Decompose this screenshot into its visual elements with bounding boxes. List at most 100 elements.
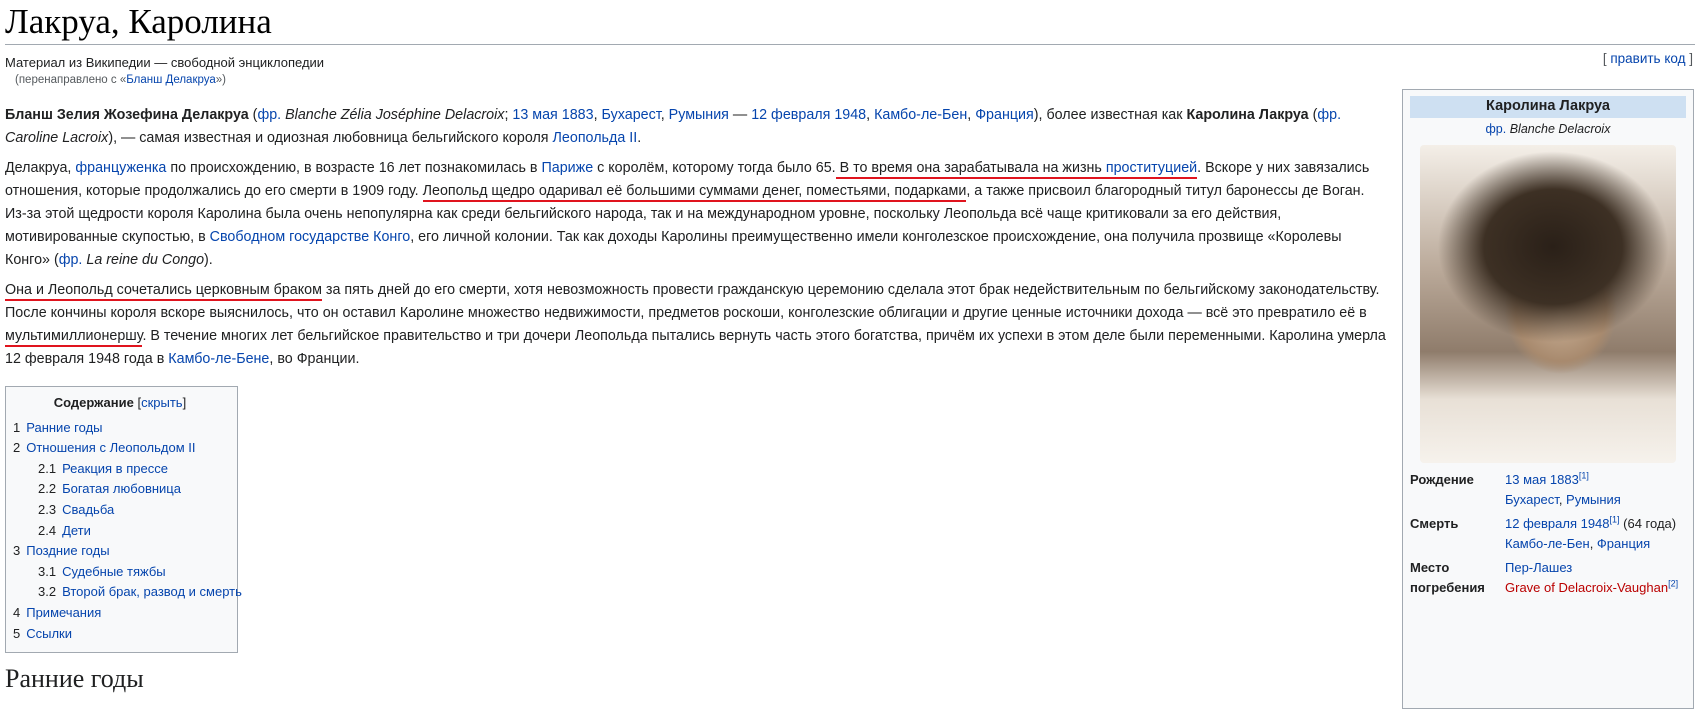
toc-link[interactable]: Судебные тяжбы <box>62 564 166 579</box>
toc-link[interactable]: Примечания <box>26 605 101 620</box>
toc-number: 5 <box>13 625 21 641</box>
row-value: 12 февраля 1948[1] (64 года) Камбо-ле-Бен… <box>1505 514 1677 551</box>
toc-link[interactable]: Дети <box>62 523 91 538</box>
toc-item[interactable]: 2.1 Реакция в прессе <box>13 459 227 480</box>
infobox-row-burial: Место погребения Пер-Лашез Grave of Delac… <box>1410 557 1686 601</box>
text: , <box>866 107 875 123</box>
portrait-photo[interactable] <box>1420 145 1676 463</box>
toc-item[interactable]: 3 Поздние годы <box>13 541 227 562</box>
text: ), более известная как <box>1033 107 1187 123</box>
original-name: Blanche Delacroix <box>1509 121 1611 136</box>
toc-link[interactable]: Свадьба <box>62 502 114 517</box>
toc-link[interactable]: Ранние годы <box>26 420 102 435</box>
toc-number: 1 <box>13 419 21 435</box>
link-french[interactable]: фр. <box>59 252 83 268</box>
toc-item[interactable]: 2.2 Богатая любовница <box>13 479 227 500</box>
redirect-notice: (перенаправлено с «Бланш Делакруа») <box>15 74 226 86</box>
toc-number: 2.2 <box>38 481 57 497</box>
redirect-link[interactable]: Бланш Делакруа <box>126 74 216 86</box>
toc-item[interactable]: 5 Ссылки <box>13 624 227 645</box>
link-bucharest[interactable]: Бухарест <box>1505 492 1559 507</box>
toc-link[interactable]: Богатая любовница <box>62 481 181 496</box>
row-value: 13 мая 1883[1] Бухарест, Румыния <box>1505 470 1621 507</box>
article-body: Бланш Зелия Жозефина Делакруа (фр. Blanc… <box>5 104 1390 694</box>
toc-title: Содержание <box>53 395 134 410</box>
toc-link[interactable]: Второй брак, развод и смерть <box>62 584 242 599</box>
toc-number: 2.4 <box>38 522 57 538</box>
text: ). <box>204 252 213 268</box>
link-romania[interactable]: Румыния <box>1566 492 1621 507</box>
link-bucharest[interactable]: Бухарест <box>602 107 661 123</box>
link-france[interactable]: Франция <box>1597 536 1650 551</box>
toc-item[interactable]: 4 Примечания <box>13 603 227 624</box>
text: , во Франции. <box>269 351 360 367</box>
underlined-annotation: В то время она зарабатывала на жизнь про… <box>835 160 1198 179</box>
toc-item[interactable]: 2 Отношения с Леопольдом II <box>13 438 227 459</box>
toc-list: 1 Ранние годы 2 Отношения с Леопольдом II 2.… <box>13 418 242 645</box>
section-heading: Ранние годы <box>5 664 144 694</box>
link-french[interactable]: фр. <box>257 107 281 123</box>
text: с королём, которому тогда было 65. <box>593 160 836 176</box>
underlined-annotation: Она и Леопольд сочетались церковным брак… <box>5 282 322 301</box>
link-french[interactable]: фр. <box>1486 122 1507 136</box>
link-french[interactable]: фр. <box>1317 107 1341 123</box>
age-at-death: (64 года) <box>1619 516 1677 531</box>
toc-number: 4 <box>13 604 21 620</box>
link-pere-lachaise[interactable]: Пер-Лашез <box>1505 560 1572 575</box>
underlined-annotation: Леопольд щедро одаривал её большими сумм… <box>422 183 967 202</box>
reference-link[interactable]: [2] <box>1668 578 1678 588</box>
table-of-contents: Содержание [скрыть] 1 Ранние годы 2 Отношен… <box>5 386 242 654</box>
reference-link[interactable]: [1] <box>1610 515 1620 525</box>
bracket: ] <box>1685 51 1693 66</box>
row-label: Место погребения <box>1410 560 1485 595</box>
text: , <box>593 107 602 123</box>
link-romania[interactable]: Румыния <box>669 107 729 123</box>
toc-hide-toggle[interactable]: скрыть <box>141 395 183 410</box>
intro-paragraph: Бланш Зелия Жозефина Делакруа (фр. Blanc… <box>5 104 1390 150</box>
text: . <box>637 130 642 146</box>
link-paris[interactable]: Париже <box>541 160 593 176</box>
edit-source: [ править код ] <box>1603 51 1693 66</box>
link-cambo[interactable]: Камбо-ле-Бен <box>1505 536 1590 551</box>
link-frenchwoman[interactable]: француженка <box>75 160 166 176</box>
text: В то время она зарабатывала на жизнь <box>835 160 1106 176</box>
page-title: Лакруа, Каролина <box>5 2 272 41</box>
edit-source-link[interactable]: править код <box>1610 51 1685 66</box>
toc-number: 2.3 <box>38 501 57 517</box>
toc-number: 3 <box>13 543 21 559</box>
toc-link[interactable]: Отношения с Леопольдом II <box>26 440 195 455</box>
link-cambo[interactable]: Камбо-ле-Бен <box>874 107 967 123</box>
toc-item[interactable]: 2.3 Свадьба <box>13 500 227 521</box>
link-grave-missing[interactable]: Grave of Delacroix-Vaughan <box>1505 580 1668 595</box>
link-birth-date[interactable]: 13 мая 1883 <box>1505 472 1579 487</box>
link-leopold[interactable]: Леопольда II <box>553 130 638 146</box>
link-prostitution[interactable]: проституцией <box>1106 160 1197 176</box>
toc-number: 2 <box>13 440 21 456</box>
toc-link[interactable]: Реакция в прессе <box>62 461 168 476</box>
toc-number: 3.1 <box>38 563 57 579</box>
row-label: Рождение <box>1410 472 1474 487</box>
link-death-date[interactable]: 12 февраля 1948 <box>1505 516 1610 531</box>
link-death-date[interactable]: 12 февраля 1948 <box>751 107 866 123</box>
toc-item[interactable]: 2.4 Дети <box>13 521 227 542</box>
reference-link[interactable]: [1] <box>1579 471 1589 481</box>
redirect-suffix: ») <box>215 74 227 86</box>
link-cambo[interactable]: Камбо-ле-Бене <box>168 351 269 367</box>
bracket: ] <box>182 395 187 410</box>
link-congo-free-state[interactable]: Свободном государстве Конго <box>210 229 411 245</box>
toc-item[interactable]: 3.2 Второй брак, развод и смерть <box>13 582 242 603</box>
toc-link[interactable]: Ссылки <box>26 626 72 641</box>
paragraph: Она и Леопольд сочетались церковным брак… <box>5 279 1390 371</box>
paragraph: Делакруа, француженка по происхождению, … <box>5 157 1390 272</box>
toc-item[interactable]: 1 Ранние годы <box>13 418 227 439</box>
link-birth-date[interactable]: 13 мая 1883 <box>512 107 593 123</box>
text: ), — самая известная и одиозная любовниц… <box>108 130 553 146</box>
toc-item[interactable]: 3.1 Судебные тяжбы <box>13 562 227 583</box>
text: по происхождению, в возрасте 16 лет позн… <box>166 160 542 176</box>
link-france[interactable]: Франция <box>975 107 1034 123</box>
row-label: Смерть <box>1410 516 1459 531</box>
site-subtitle: Материал из Википедии — свободной энцикл… <box>5 55 325 70</box>
toc-link[interactable]: Поздние годы <box>26 543 109 558</box>
redirect-prefix: (перенаправлено с « <box>15 74 127 86</box>
infobox-row-death: Смерть 12 февраля 1948[1] (64 года) Камбо… <box>1410 513 1686 557</box>
